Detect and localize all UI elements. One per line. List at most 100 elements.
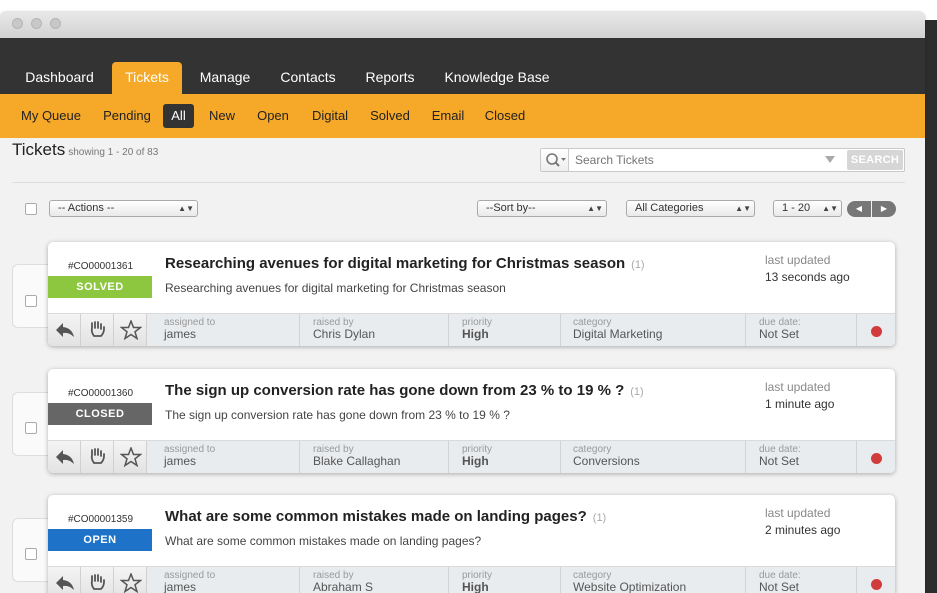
ticket-title-text[interactable]: Researching avenues for digital marketin… [165, 255, 625, 272]
due-date-value: Not Set [759, 580, 800, 593]
page-range-value: 1 - 20 [782, 202, 811, 214]
last-updated-label: last updated [765, 506, 831, 520]
prev-page-button[interactable]: ◀ [847, 201, 871, 217]
subnav-pending[interactable]: Pending [97, 104, 157, 128]
search-bar: SEARCH [540, 148, 905, 172]
category-select[interactable]: All Categories ▲▼ [626, 200, 755, 217]
ticket-meta-bar: assigned to james raised by Abraham S pr… [48, 566, 895, 593]
nav-contacts[interactable]: Contacts [270, 62, 346, 94]
nav-tickets[interactable]: Tickets [112, 62, 182, 94]
nav-knowledge-base[interactable]: Knowledge Base [436, 62, 558, 94]
reply-button[interactable] [48, 314, 81, 346]
subnav-solved[interactable]: Solved [364, 104, 416, 128]
ticket-card[interactable]: #CO00001360 CLOSED The sign up conversio… [48, 369, 895, 473]
raised-by-value: Abraham S [313, 580, 374, 593]
field-divider [299, 567, 300, 593]
category-value: Digital Marketing [573, 327, 663, 341]
page-range-select[interactable]: 1 - 20 ▲▼ [773, 200, 842, 217]
minimize-window-icon[interactable] [31, 18, 42, 29]
assign-button[interactable] [81, 567, 114, 593]
priority-indicator-dot [871, 326, 882, 337]
sort-select-value: --Sort by-- [486, 202, 536, 214]
hand-icon [90, 321, 105, 337]
field-divider [560, 314, 561, 346]
priority-indicator-dot [871, 453, 882, 464]
updown-arrows-icon: ▲▼ [587, 204, 603, 213]
search-button[interactable]: SEARCH [847, 150, 903, 170]
subnav-new[interactable]: New [203, 104, 241, 128]
ticket-title[interactable]: What are some common mistakes made on la… [165, 508, 606, 525]
field-divider [448, 314, 449, 346]
subnav-my-queue[interactable]: My Queue [14, 104, 88, 128]
search-icon [546, 153, 566, 167]
ticket-checkbox[interactable] [25, 548, 37, 560]
priority-field: priority High [462, 444, 492, 468]
status-badge: OPEN [48, 529, 152, 551]
nav-reports[interactable]: Reports [354, 62, 426, 94]
maximize-window-icon[interactable] [50, 18, 61, 29]
last-updated-value: 13 seconds ago [765, 270, 850, 284]
assigned-to-field: assigned to james [164, 570, 215, 593]
field-divider [856, 314, 857, 346]
divider [12, 182, 905, 183]
main-nav: Dashboard Tickets Manage Contacts Report… [0, 38, 925, 94]
reply-button[interactable] [48, 441, 81, 473]
page-title-text: Tickets [12, 140, 66, 159]
ticket-checkbox[interactable] [25, 422, 37, 434]
assign-button[interactable] [81, 314, 114, 346]
subnav-closed[interactable]: Closed [480, 104, 530, 128]
subnav-email[interactable]: Email [426, 104, 470, 128]
ticket-title-text[interactable]: What are some common mistakes made on la… [165, 508, 587, 525]
hand-icon [90, 574, 105, 590]
star-button[interactable] [114, 567, 147, 593]
ticket-description: The sign up conversion rate has gone dow… [165, 408, 510, 422]
assigned-to-value: james [164, 454, 197, 468]
reply-count: (1) [631, 259, 645, 271]
ticket-card[interactable]: #CO00001359 OPEN What are some common mi… [48, 495, 895, 593]
chevron-left-icon: ◀ [855, 204, 863, 213]
star-icon [120, 320, 142, 340]
reply-arrow-icon [56, 450, 74, 464]
nav-dashboard[interactable]: Dashboard [12, 62, 107, 94]
last-updated-label: last updated [765, 253, 831, 267]
search-input[interactable] [575, 151, 825, 169]
ticket-title[interactable]: The sign up conversion rate has gone dow… [165, 382, 644, 399]
field-divider [448, 441, 449, 473]
ticket-card[interactable]: #CO00001361 SOLVED Researching avenues f… [48, 242, 895, 346]
subnav-open[interactable]: Open [252, 104, 294, 128]
star-button[interactable] [114, 441, 147, 473]
star-icon [120, 573, 142, 593]
nav-manage[interactable]: Manage [188, 62, 262, 94]
category-value: Conversions [573, 454, 640, 468]
search-filter-caret-icon[interactable] [825, 156, 835, 163]
priority-value: High [462, 580, 489, 593]
reply-count: (1) [592, 512, 607, 524]
search-options-button[interactable] [541, 149, 569, 171]
field-divider [448, 567, 449, 593]
reply-arrow-icon [56, 323, 74, 337]
ticket-checkbox[interactable] [25, 295, 37, 307]
actions-select[interactable]: -- Actions -- ▲▼ [49, 200, 198, 217]
updown-arrows-icon: ▲▼ [735, 204, 751, 213]
field-divider [745, 314, 746, 346]
assign-button[interactable] [81, 441, 114, 473]
ticket-title[interactable]: Researching avenues for digital marketin… [165, 255, 645, 272]
ticket-title-text[interactable]: The sign up conversion rate has gone dow… [165, 382, 624, 399]
assigned-to-value: james [164, 580, 197, 593]
assigned-to-field: assigned to james [164, 444, 215, 468]
category-field: category Website Optimization [573, 570, 686, 593]
close-window-icon[interactable] [12, 18, 23, 29]
category-field: category Conversions [573, 444, 640, 468]
field-divider [745, 441, 746, 473]
sub-nav: My Queue Pending All New Open Digital So… [0, 94, 925, 138]
next-page-button[interactable]: ▶ [872, 201, 896, 217]
select-all-checkbox[interactable] [25, 203, 37, 215]
subnav-digital[interactable]: Digital [305, 104, 355, 128]
star-button[interactable] [114, 314, 147, 346]
reply-arrow-icon [56, 576, 74, 590]
ticket-id: #CO00001360 [68, 388, 134, 399]
field-divider [745, 567, 746, 593]
subnav-all[interactable]: All [163, 104, 194, 128]
reply-button[interactable] [48, 567, 81, 593]
sort-select[interactable]: --Sort by-- ▲▼ [477, 200, 607, 217]
